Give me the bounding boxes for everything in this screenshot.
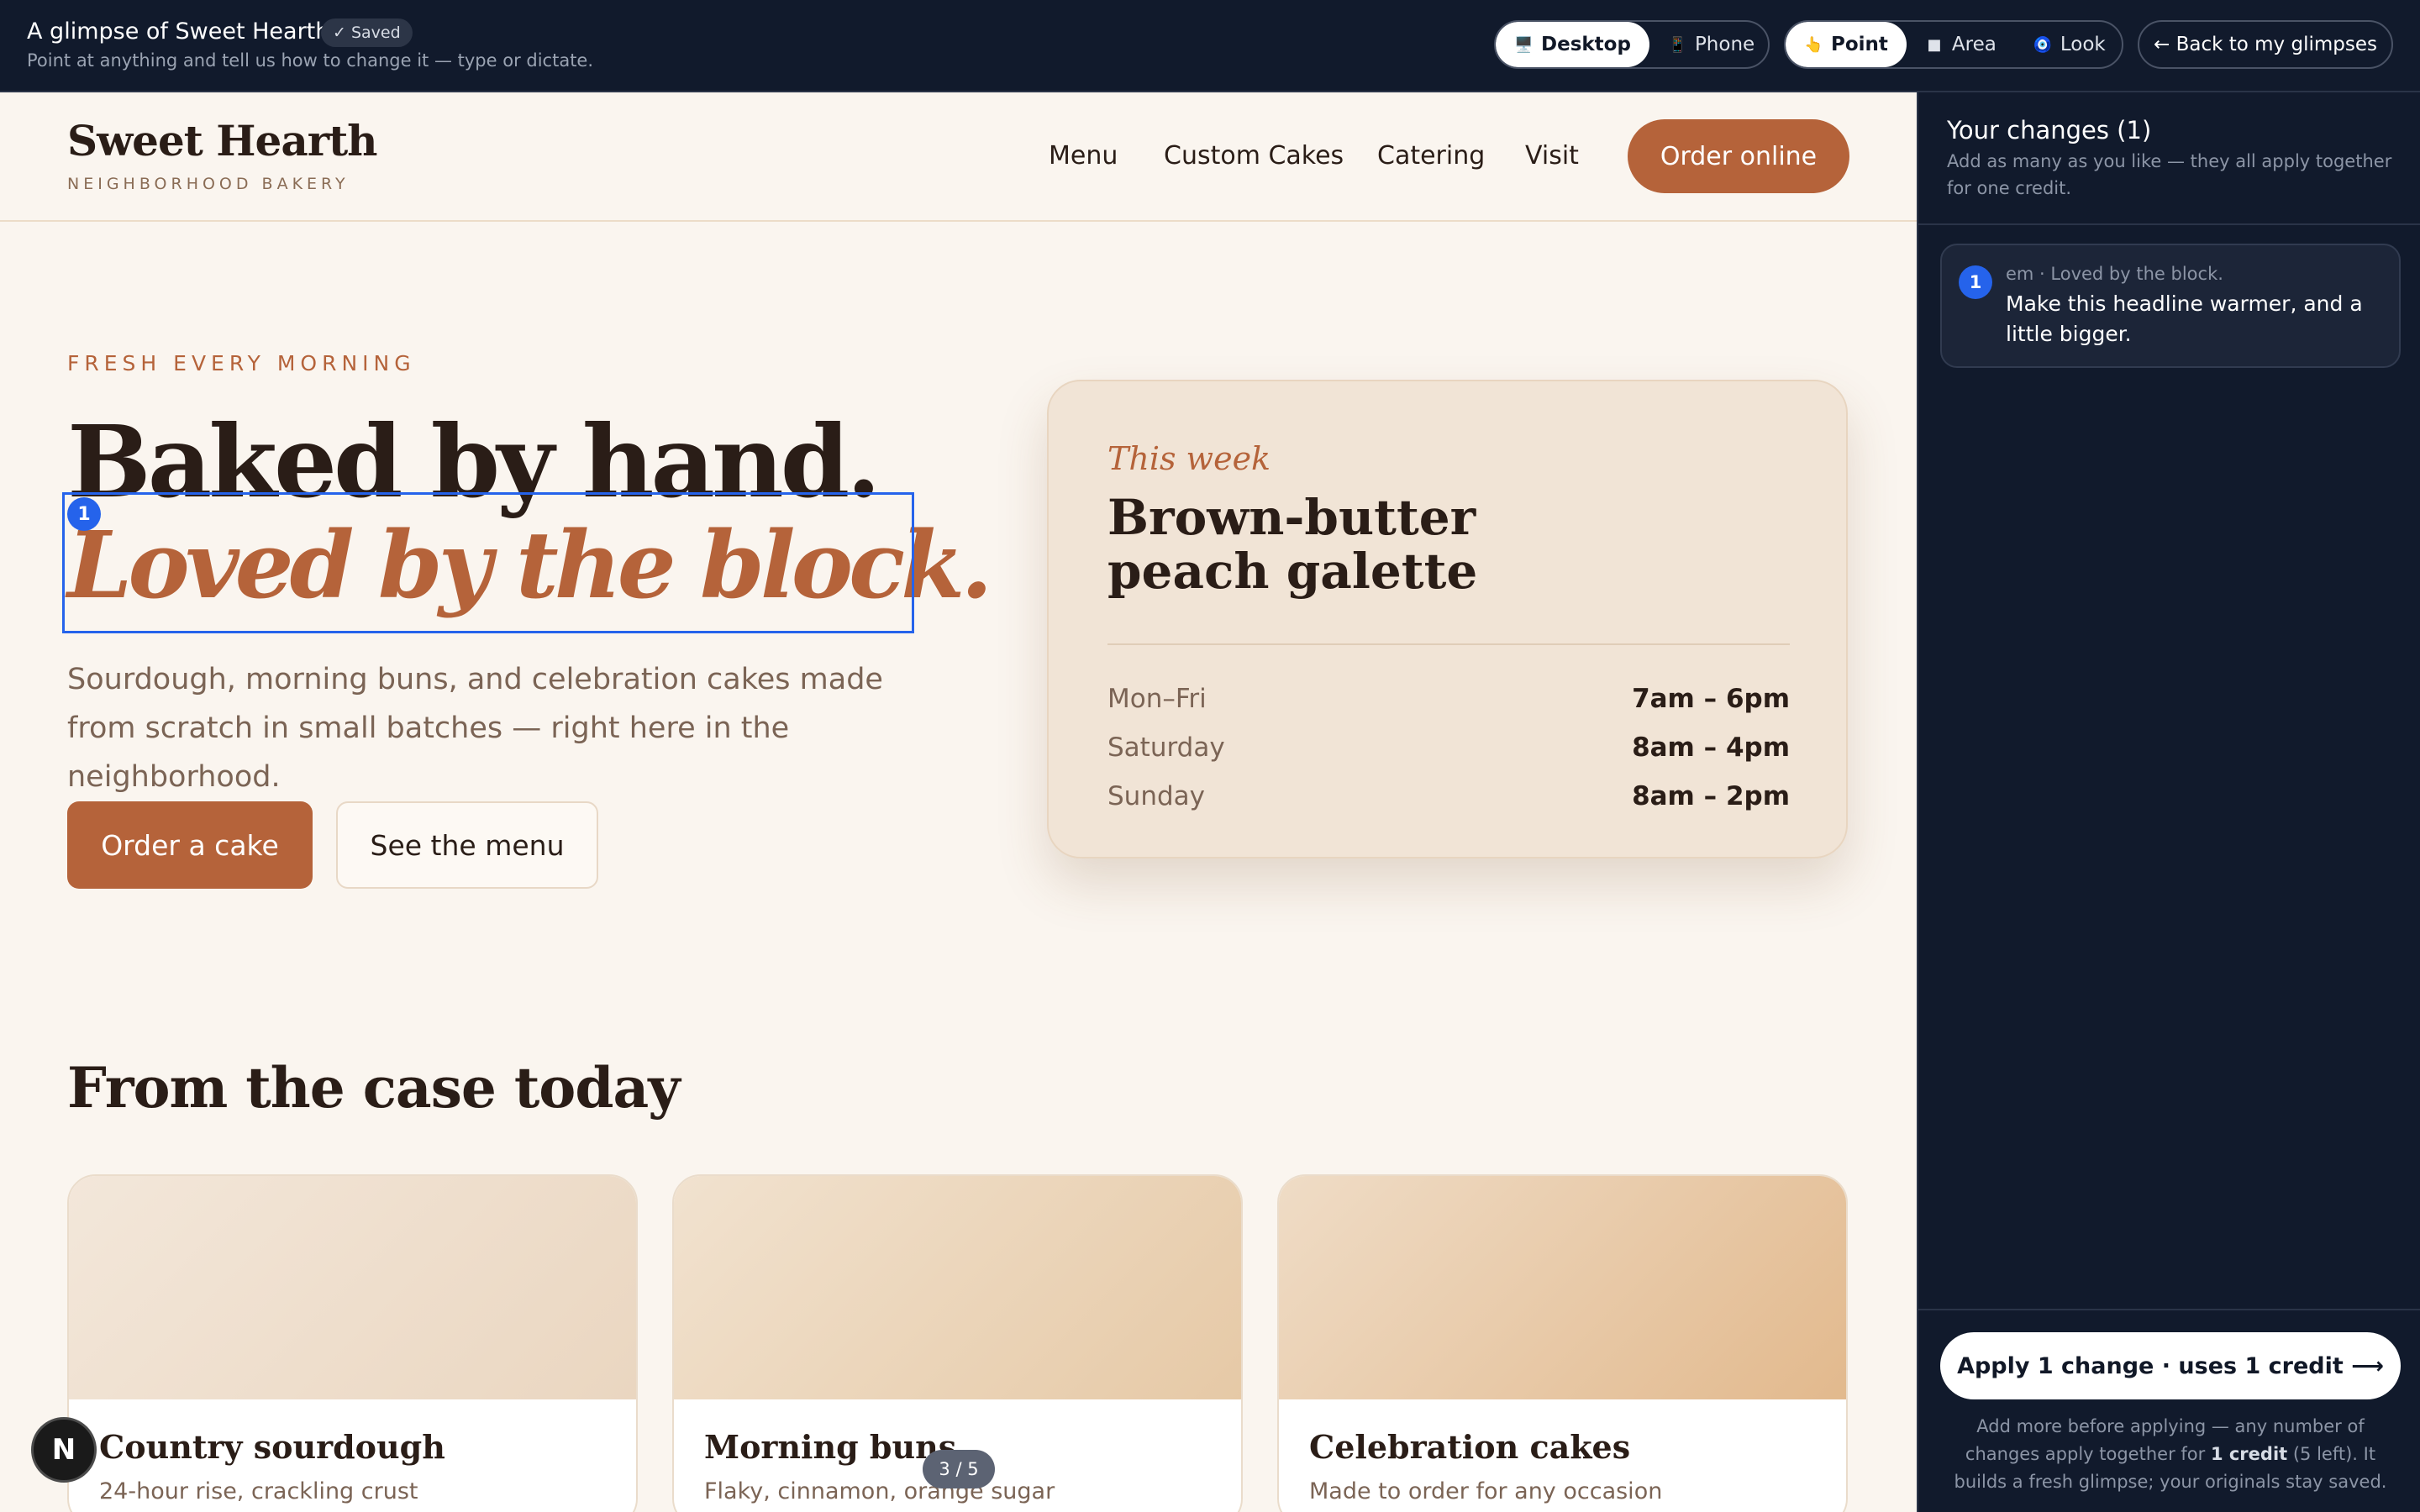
look-label: Look <box>2060 34 2106 55</box>
page-indicator: 3 / 5 <box>923 1450 995 1488</box>
brand-logo[interactable]: Sweet Hearth <box>67 116 378 165</box>
order-online-button[interactable]: Order online <box>1628 119 1849 193</box>
product-image <box>69 1176 636 1399</box>
divider <box>1107 643 1790 645</box>
hero-lede[interactable]: Sourdough, morning buns, and celebration… <box>67 655 958 801</box>
product-card[interactable]: Country sourdough 24-hour rise, cracklin… <box>67 1174 638 1512</box>
product-name: Celebration cakes <box>1309 1428 1631 1466</box>
product-desc: Made to order for any occasion <box>1309 1478 1663 1504</box>
product-desc: Flaky, cinnamon, orange sugar <box>704 1478 1055 1504</box>
change-item[interactable]: 1 em · Loved by the block. Make this hea… <box>1940 244 2401 368</box>
back-to-glimpses-button[interactable]: ← Back to my glimpses <box>2138 20 2393 69</box>
hours-day: Saturday <box>1107 732 1225 763</box>
point-mode-option[interactable]: 👆 Point <box>1786 22 1907 67</box>
point-label: Point <box>1831 34 1888 55</box>
area-label: Area <box>1951 34 1996 55</box>
saved-badge: ✓ Saved <box>321 18 413 47</box>
divider <box>1918 223 2420 225</box>
selection-marker[interactable]: 1 <box>67 497 101 531</box>
changes-panel: Your changes (1) Add as many as you like… <box>1917 92 2420 1512</box>
nav-catering[interactable]: Catering <box>1377 141 1485 171</box>
look-mode-option[interactable]: 🧿 Look <box>2015 22 2122 67</box>
see-menu-button[interactable]: See the menu <box>336 801 598 889</box>
product-name: Country sourdough <box>99 1428 445 1466</box>
hours-time: 8am – 2pm <box>1632 781 1790 811</box>
product-image <box>1279 1176 1846 1399</box>
desktop-icon: 🖥️ <box>1514 35 1534 54</box>
nav-menu[interactable]: Menu <box>1049 141 1118 171</box>
desktop-option[interactable]: 🖥️ Desktop <box>1496 22 1649 67</box>
device-toggle: 🖥️ Desktop 📱 Phone <box>1494 20 1770 69</box>
hours-day: Mon–Fri <box>1107 684 1207 714</box>
square-icon: ■ <box>1927 35 1942 54</box>
brand-tagline: NEIGHBORHOOD BAKERY <box>67 175 350 193</box>
editor-topbar: A glimpse of Sweet Hearth ✓ Saved Point … <box>0 0 2420 92</box>
change-target: em · Loved by the block. <box>2006 264 2223 284</box>
hero-eyebrow: FRESH EVERY MORNING <box>67 351 416 375</box>
product-image <box>674 1176 1241 1399</box>
editor-instructions: Point at anything and tell us how to cha… <box>27 50 594 71</box>
nav-visit[interactable]: Visit <box>1525 141 1579 171</box>
apply-footnote: Add more before applying — any number of… <box>1944 1413 2397 1496</box>
hours-time: 8am – 4pm <box>1632 732 1790 763</box>
case-section-title[interactable]: From the case today <box>67 1055 681 1121</box>
product-name: Morning buns <box>704 1428 957 1466</box>
product-desc: 24-hour rise, crackling crust <box>99 1478 418 1504</box>
this-week-card[interactable]: This week Brown-butter peach galette Mon… <box>1047 380 1848 858</box>
order-cake-button[interactable]: Order a cake <box>67 801 313 889</box>
eye-icon: 🧿 <box>2033 35 2053 54</box>
change-instruction[interactable]: Make this headline warmer, and a little … <box>2006 289 2375 349</box>
nav-custom-cakes[interactable]: Custom Cakes <box>1164 141 1344 171</box>
area-mode-option[interactable]: ■ Area <box>1907 22 2015 67</box>
glimpse-title: A glimpse of Sweet Hearth <box>27 18 330 45</box>
phone-label: Phone <box>1694 34 1755 55</box>
mode-toggle: 👆 Point ■ Area 🧿 Look <box>1784 20 2123 69</box>
changes-subtitle: Add as many as you like — they all apply… <box>1947 151 2392 198</box>
site-preview: Sweet Hearth NEIGHBORHOOD BAKERY Menu Cu… <box>0 92 1917 1512</box>
next-logo-button[interactable]: N <box>31 1417 97 1483</box>
product-card[interactable]: Celebration cakes Made to order for any … <box>1277 1174 1848 1512</box>
hours-day: Sunday <box>1107 781 1205 811</box>
this-week-label: This week <box>1107 440 1271 477</box>
pointing-hand-icon: 👆 <box>1804 35 1823 54</box>
phone-icon: 📱 <box>1667 35 1687 54</box>
phone-option[interactable]: 📱 Phone <box>1649 22 1768 67</box>
changes-title: Your changes (1) <box>1947 116 2152 144</box>
divider <box>1918 1309 2420 1310</box>
footnote-credit: 1 credit <box>2210 1444 2288 1464</box>
apply-changes-button[interactable]: Apply 1 change · uses 1 credit ⟶ <box>1940 1332 2401 1399</box>
selection-outline <box>62 492 914 633</box>
desktop-label: Desktop <box>1541 34 1631 55</box>
hours-time: 7am – 6pm <box>1632 684 1790 714</box>
site-header: Sweet Hearth NEIGHBORHOOD BAKERY Menu Cu… <box>0 92 1917 222</box>
this-week-item: Brown-butter peach galette <box>1107 489 1478 600</box>
change-index-badge: 1 <box>1959 265 1992 299</box>
